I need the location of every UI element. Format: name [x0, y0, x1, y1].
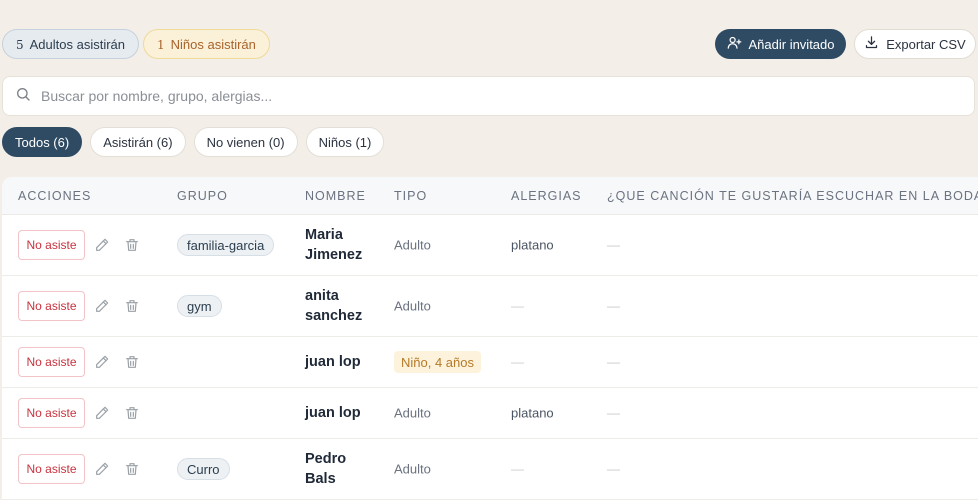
trash-icon[interactable] — [124, 354, 140, 370]
guest-type: Adulto — [394, 298, 431, 314]
guest-first-name: Pedro — [305, 451, 347, 467]
export-csv-button[interactable]: Exportar CSV — [854, 29, 976, 59]
guest-first-name: juan lop — [305, 354, 361, 370]
guest-song: — — [607, 354, 620, 370]
guest-name: anita sanchez — [305, 286, 385, 326]
table-row: No asiste juan lop Adulto platano — — [2, 388, 978, 439]
trash-icon[interactable] — [124, 298, 140, 314]
search-icon — [15, 86, 31, 107]
pencil-icon[interactable] — [94, 354, 110, 370]
tab-todos[interactable]: Todos (6) — [2, 127, 83, 157]
no-asiste-button[interactable]: No asiste — [18, 347, 85, 377]
pencil-icon[interactable] — [94, 298, 110, 314]
guest-allergies: platano — [511, 405, 554, 421]
table-header: ACCIONES GRUPO NOMBRE TIPO ALERGIAS ¿QUE… — [2, 177, 978, 215]
tab-no-vienen[interactable]: No vienen (0) — [193, 127, 298, 157]
guest-name: juan lop — [305, 403, 395, 423]
header-nombre: NOMBRE — [305, 189, 366, 203]
pencil-icon[interactable] — [94, 237, 110, 253]
guest-name: Pedro Bals — [305, 449, 385, 489]
guest-song: — — [607, 461, 620, 477]
guest-type: Adulto — [394, 405, 431, 421]
add-guest-label: Añadir invitado — [748, 36, 835, 52]
adults-attending-badge: 5 Adultos asistirán — [2, 29, 140, 59]
guest-allergies: platano — [511, 237, 554, 253]
kids-label: Niños asistirán — [170, 36, 256, 52]
pencil-icon[interactable] — [94, 405, 110, 421]
guest-first-name: juan lop — [305, 405, 361, 421]
header-grupo: GRUPO — [177, 189, 228, 203]
guest-name: juan lop — [305, 352, 395, 372]
guest-table: ACCIONES GRUPO NOMBRE TIPO ALERGIAS ¿QUE… — [2, 177, 978, 500]
guest-allergies: — — [511, 298, 524, 314]
table-row: No asiste juan lop Niño, 4 años — — — [2, 337, 978, 388]
search-bar — [2, 76, 975, 116]
header-alergias: ALERGIAS — [511, 189, 582, 203]
header-acciones: ACCIONES — [18, 189, 92, 203]
group-chip: familia-garcia — [177, 234, 275, 256]
guest-type: Adulto — [394, 237, 431, 253]
header-cancion: ¿QUE CANCIÓN TE GUSTARÍA ESCUCHAR EN LA … — [607, 189, 978, 203]
tab-ninos[interactable]: Niños (1) — [305, 127, 385, 157]
download-icon — [864, 35, 879, 53]
top-bar: 5 Adultos asistirán 1 Niños asistirán Añ… — [0, 0, 978, 72]
guest-last-name: sanchez — [305, 308, 363, 324]
guest-song: — — [607, 237, 620, 253]
trash-icon[interactable] — [124, 405, 140, 421]
guest-last-name: Jimenez — [305, 247, 363, 263]
guest-song: — — [607, 298, 620, 314]
guest-allergies: — — [511, 461, 524, 477]
group-chip: Curro — [177, 458, 230, 480]
guest-song: — — [607, 405, 620, 421]
no-asiste-button[interactable]: No asiste — [18, 454, 85, 484]
guest-name: Maria Jimenez — [305, 225, 385, 265]
adults-count: 5 — [16, 38, 24, 52]
filter-tabs: Todos (6) Asistirán (6) No vienen (0) Ni… — [2, 127, 385, 157]
no-asiste-button[interactable]: No asiste — [18, 230, 85, 260]
search-input[interactable] — [41, 88, 941, 104]
trash-icon[interactable] — [124, 237, 140, 253]
pencil-icon[interactable] — [94, 461, 110, 477]
user-plus-icon — [727, 35, 742, 53]
add-guest-button[interactable]: Añadir invitado — [715, 29, 846, 59]
export-csv-label: Exportar CSV — [886, 36, 966, 52]
header-tipo: TIPO — [394, 189, 428, 203]
trash-icon[interactable] — [124, 461, 140, 477]
kids-attending-badge: 1 Niños asistirán — [143, 29, 270, 59]
guest-allergies: — — [511, 354, 524, 370]
no-asiste-button[interactable]: No asiste — [18, 291, 85, 321]
guest-first-name: anita — [305, 288, 339, 304]
child-type-badge: Niño, 4 años — [394, 351, 481, 373]
kids-count: 1 — [157, 38, 165, 52]
guest-type: Adulto — [394, 461, 431, 477]
table-row: No asiste gym anita sanchez Adulto — — — [2, 276, 978, 337]
no-asiste-button[interactable]: No asiste — [18, 398, 85, 428]
guest-last-name: Bals — [305, 471, 336, 487]
guest-first-name: Maria — [305, 227, 343, 243]
table-row: No asiste Curro Pedro Bals Adulto — — — [2, 439, 978, 500]
tab-asistiran[interactable]: Asistirán (6) — [90, 127, 186, 157]
table-row: No asiste familia-garcia Maria Jimenez A… — [2, 215, 978, 276]
group-chip: gym — [177, 295, 222, 317]
adults-label: Adultos asistirán — [29, 36, 126, 52]
